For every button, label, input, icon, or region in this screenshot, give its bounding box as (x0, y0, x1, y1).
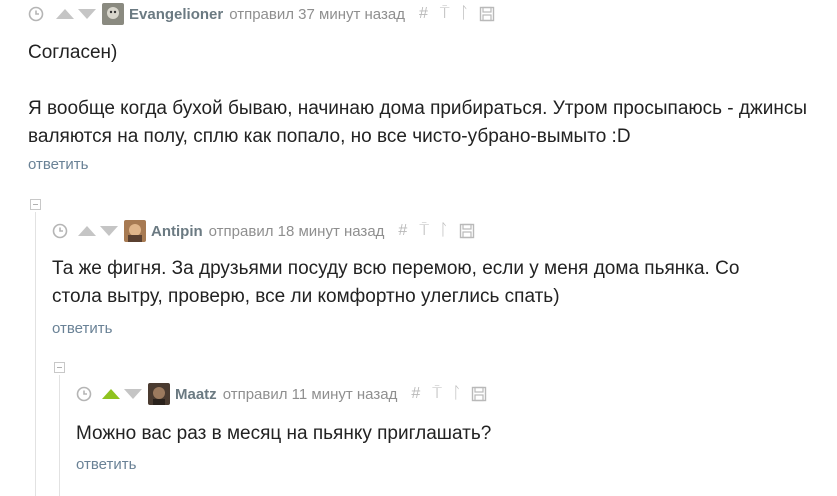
pin-icon[interactable]: ⍑ (440, 5, 450, 23)
pin-icon[interactable]: ⍑ (432, 385, 442, 403)
vote-down-icon[interactable] (100, 226, 118, 236)
comment-meta: отправил 37 минут назад (229, 5, 405, 23)
clock-icon[interactable] (52, 223, 68, 239)
branch-icon[interactable]: ᛚ (452, 385, 462, 403)
collapse-toggle[interactable] (54, 362, 65, 373)
avatar[interactable] (124, 220, 146, 242)
vote-up-icon[interactable] (102, 389, 120, 399)
vote-down-icon[interactable] (124, 389, 142, 399)
vote-down-icon[interactable] (78, 9, 96, 19)
thread-line (35, 212, 36, 496)
collapse-toggle[interactable] (30, 199, 41, 210)
comment-text: Согласен) Я вообще когда бухой бываю, на… (28, 42, 807, 147)
comment-text: Можно вас раз в месяц на пьянку приглаша… (76, 423, 492, 444)
comment-meta: отправил 11 минут назад (222, 385, 398, 403)
comment-text: Та же фигня. За друзьями посуду всю пере… (52, 258, 740, 307)
reply-link[interactable]: ответить (76, 456, 136, 473)
avatar[interactable] (148, 383, 170, 405)
author-name[interactable]: Maatz (175, 386, 217, 403)
comment-header: Maatz отправил 11 минут назад # ⍑ ᛚ (76, 383, 487, 405)
reply-link[interactable]: ответить (52, 320, 112, 337)
clock-icon[interactable] (76, 386, 92, 402)
hash-icon[interactable]: # (411, 385, 420, 403)
branch-icon[interactable]: ᛚ (439, 222, 449, 240)
save-icon[interactable] (471, 386, 487, 402)
comment-meta: отправил 18 минут назад (208, 222, 385, 240)
hash-icon[interactable]: # (398, 222, 407, 240)
branch-icon[interactable]: ᛚ (459, 5, 469, 23)
vote-up-icon[interactable] (56, 9, 74, 19)
author-name[interactable]: Antipin (151, 223, 203, 240)
avatar[interactable] (102, 3, 124, 25)
thread-line (59, 375, 60, 496)
pin-icon[interactable]: ⍑ (419, 222, 429, 240)
save-icon[interactable] (459, 223, 475, 239)
comment-header: Antipin отправил 18 минут назад # ⍑ ᛚ (52, 220, 475, 242)
author-name[interactable]: Evangelioner (129, 6, 223, 23)
clock-icon[interactable] (28, 6, 44, 22)
reply-link[interactable]: ответить (28, 156, 88, 173)
vote-up-icon[interactable] (78, 226, 96, 236)
comment-header: Evangelioner отправил 37 минут назад # ⍑… (28, 3, 495, 25)
save-icon[interactable] (479, 6, 495, 22)
hash-icon[interactable]: # (419, 5, 428, 23)
